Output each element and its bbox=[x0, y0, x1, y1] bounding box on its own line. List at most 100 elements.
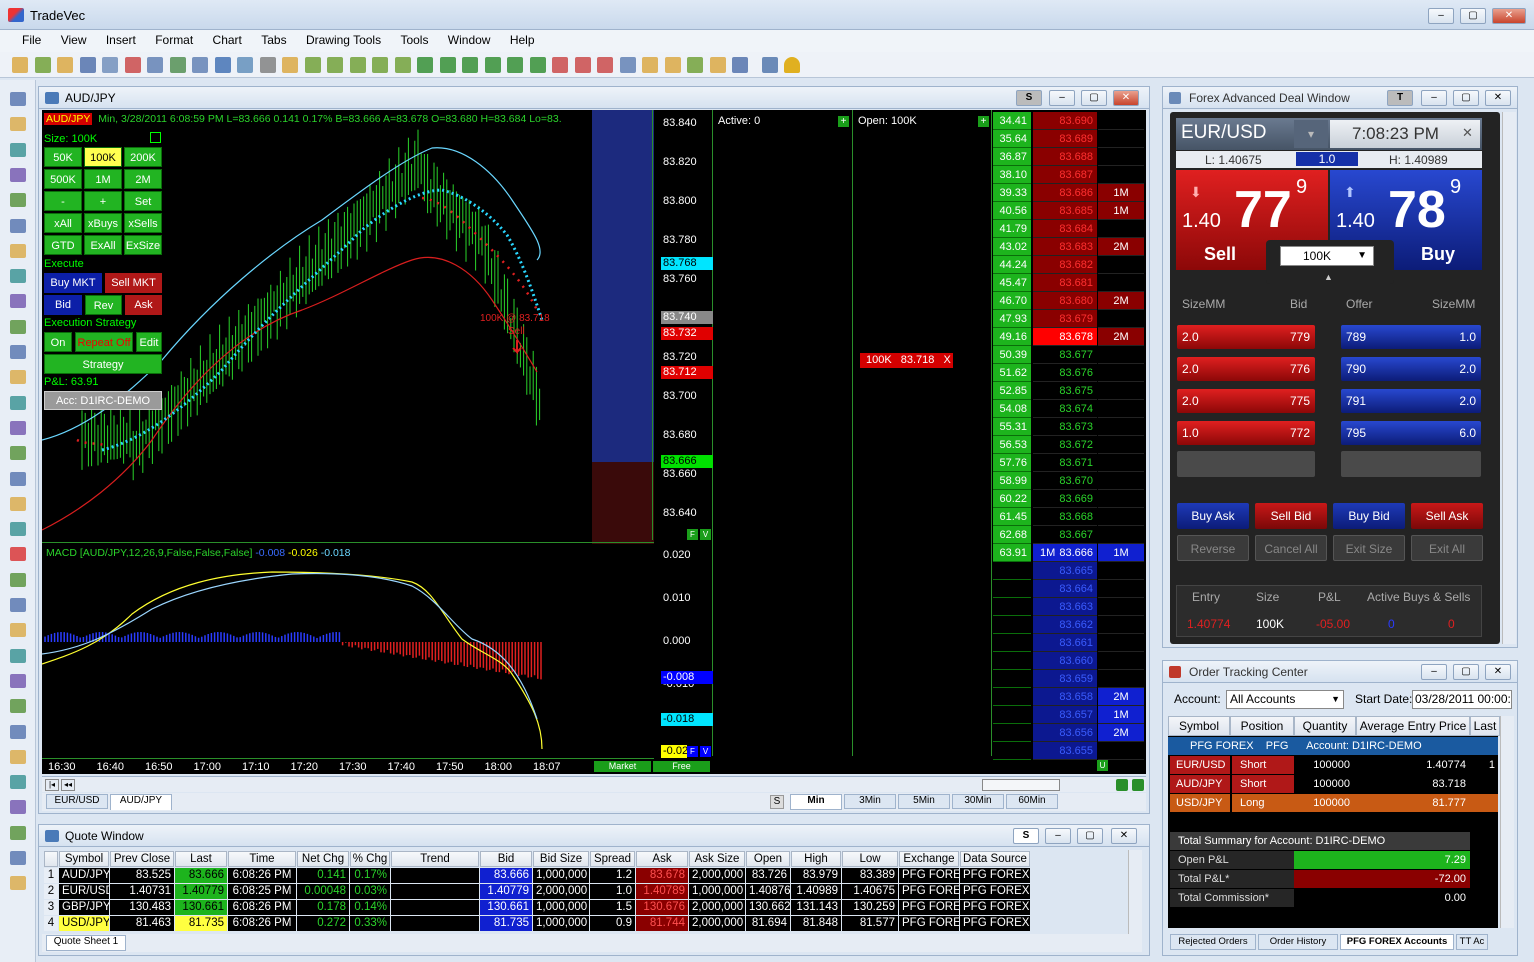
text-t-tool-icon[interactable] bbox=[10, 724, 26, 739]
quote-cell[interactable]: 0.141 bbox=[297, 868, 349, 883]
ladder-price[interactable]: 83.675 bbox=[1033, 382, 1097, 400]
chart-v-button[interactable]: V bbox=[700, 529, 711, 540]
otc-symbol[interactable]: EUR/USD bbox=[1170, 756, 1230, 774]
quote-cell[interactable]: 1.40731 bbox=[110, 884, 174, 899]
quote-cell[interactable]: 1.2 bbox=[590, 868, 635, 883]
rev-button[interactable]: Rev bbox=[85, 295, 122, 315]
otc-avg-entry[interactable]: 81.777 bbox=[1356, 794, 1470, 812]
cancel-all-button[interactable]: Cancel All bbox=[1255, 535, 1327, 561]
ladder-price[interactable]: 83.687 bbox=[1033, 166, 1097, 184]
quote-col-header[interactable]: Open bbox=[746, 851, 790, 867]
account-selector[interactable]: Acc: D1IRC-DEMO bbox=[44, 391, 162, 410]
buy-button[interactable]: Buy bbox=[1394, 244, 1482, 265]
quote-col-header[interactable]: % Chg bbox=[350, 851, 390, 867]
order-icon[interactable] bbox=[169, 57, 186, 73]
line-tool-icon[interactable] bbox=[10, 218, 26, 233]
ladder-volume[interactable] bbox=[1098, 418, 1144, 436]
ladder-pnl[interactable] bbox=[993, 634, 1031, 652]
line-icon[interactable] bbox=[484, 57, 501, 73]
zoom-icon[interactable] bbox=[529, 57, 546, 73]
deal-close-icon[interactable]: ✕ bbox=[1462, 125, 1473, 141]
properties-icon[interactable] bbox=[102, 57, 118, 73]
arrow-right-tool-icon[interactable] bbox=[10, 699, 26, 714]
bid-level-empty[interactable] bbox=[1177, 451, 1315, 477]
quote-cell[interactable]: 0.178 bbox=[297, 900, 349, 915]
ladder-pnl[interactable]: 43.02 bbox=[993, 238, 1031, 256]
quote-cell[interactable]: 1.5 bbox=[590, 900, 635, 915]
ladder-volume[interactable] bbox=[1098, 526, 1144, 544]
candle-chart-icon[interactable] bbox=[597, 57, 613, 73]
cycle-tool-icon[interactable] bbox=[10, 572, 26, 587]
size-checkbox[interactable] bbox=[150, 132, 161, 143]
quote-cell[interactable]: 130.676 bbox=[636, 900, 688, 915]
fib-tool-icon[interactable] bbox=[10, 294, 26, 309]
ladder-pnl[interactable] bbox=[993, 616, 1031, 634]
market-button[interactable]: Market bbox=[594, 761, 651, 772]
arrow-tool-icon[interactable] bbox=[10, 598, 26, 612]
ladder-volume[interactable]: 2M bbox=[1098, 292, 1144, 310]
otc-avg-entry[interactable]: 1.40774 bbox=[1356, 756, 1470, 774]
scroll-back-icon[interactable]: ◂◂ bbox=[61, 779, 75, 791]
chart-restore-button[interactable]: ▢ bbox=[1081, 90, 1107, 106]
quote-cell[interactable]: 1 bbox=[44, 868, 58, 883]
ladder-pnl[interactable] bbox=[993, 580, 1031, 598]
pan-icon[interactable] bbox=[349, 57, 366, 73]
paint-tool-icon[interactable] bbox=[10, 167, 26, 182]
otc-symbol[interactable]: USD/JPY bbox=[1170, 794, 1230, 812]
quote-col-header[interactable]: Last bbox=[175, 851, 227, 867]
quote-cell[interactable]: 83.666 bbox=[480, 868, 532, 883]
quote-col-header[interactable]: Symbol bbox=[59, 851, 109, 867]
spiral-tool-icon[interactable] bbox=[10, 496, 26, 511]
ladder-pnl[interactable]: 50.39 bbox=[993, 346, 1031, 364]
minus-tool-icon[interactable] bbox=[10, 775, 26, 790]
quote-cell[interactable]: 1.40779 bbox=[175, 884, 227, 899]
otc-last[interactable]: 1 bbox=[1470, 756, 1498, 774]
open-add-icon[interactable]: + bbox=[978, 116, 989, 127]
menu-view[interactable]: View bbox=[53, 30, 95, 50]
size-button-200k[interactable]: 200K bbox=[124, 147, 162, 167]
size-button-100k[interactable]: 100K bbox=[84, 147, 122, 167]
menu-tools[interactable]: Tools bbox=[392, 30, 436, 50]
size-button-2m[interactable]: 2M bbox=[124, 169, 162, 189]
quote-cell[interactable]: PFG FOREX bbox=[899, 916, 959, 931]
quote-cell[interactable]: 1.0 bbox=[590, 884, 635, 899]
ladder-price[interactable]: 83.690 bbox=[1033, 112, 1097, 130]
quote-col-header[interactable]: Net Chg bbox=[297, 851, 349, 867]
link-icon[interactable] bbox=[237, 57, 253, 73]
quote-col-header[interactable]: Spread bbox=[590, 851, 635, 867]
ladder-price[interactable]: 83.661 bbox=[1033, 634, 1097, 652]
ladder-pnl[interactable]: 45.47 bbox=[993, 274, 1031, 292]
quote-col-header[interactable]: Trend bbox=[391, 851, 479, 867]
quote-cell[interactable]: PFG FOREX bbox=[899, 900, 959, 915]
select-tool-icon[interactable] bbox=[10, 92, 26, 106]
ladder-pnl[interactable]: 47.93 bbox=[993, 310, 1031, 328]
pencil-tool-icon[interactable] bbox=[10, 749, 26, 764]
ladder-pnl[interactable] bbox=[993, 562, 1031, 580]
ladder-volume[interactable] bbox=[1098, 742, 1144, 760]
quote-cell[interactable]: 83.979 bbox=[791, 868, 841, 883]
zoom-in-icon[interactable] bbox=[394, 57, 411, 73]
ladder-pnl[interactable]: 54.08 bbox=[993, 400, 1031, 418]
ladder-price[interactable]: 83.670 bbox=[1033, 472, 1097, 490]
wave-tool-icon[interactable] bbox=[10, 673, 26, 688]
ladder-volume[interactable]: 2M bbox=[1098, 724, 1144, 742]
quote-cell[interactable]: 130.661 bbox=[480, 900, 532, 915]
ladder-volume[interactable]: 1M bbox=[1098, 706, 1144, 724]
ladder-volume[interactable] bbox=[1098, 436, 1144, 454]
quote-cell[interactable]: 1,000,000 bbox=[533, 868, 589, 883]
ladder-price[interactable]: 83.669 bbox=[1033, 490, 1097, 508]
ladder-pnl[interactable]: 51.62 bbox=[993, 364, 1031, 382]
otc-quantity[interactable]: 100000 bbox=[1294, 775, 1356, 793]
open-icon[interactable] bbox=[34, 57, 51, 73]
otc-tab[interactable]: PFG FOREX Accounts bbox=[1340, 934, 1454, 950]
offer-level-button[interactable]: 789 1.0 bbox=[1341, 325, 1481, 349]
quote-trend-cell[interactable] bbox=[391, 884, 479, 899]
quote-col-header[interactable] bbox=[44, 851, 58, 867]
quote-cell[interactable]: 1.40675 bbox=[842, 884, 898, 899]
chart-s-button[interactable]: S bbox=[1016, 90, 1042, 106]
quote-cell[interactable]: GBP/JPY bbox=[59, 900, 109, 915]
quote-trend-cell[interactable] bbox=[391, 868, 479, 883]
ladder-volume[interactable] bbox=[1098, 166, 1144, 184]
ladder-volume[interactable] bbox=[1098, 508, 1144, 526]
ladder-pnl[interactable]: 38.10 bbox=[993, 166, 1031, 184]
